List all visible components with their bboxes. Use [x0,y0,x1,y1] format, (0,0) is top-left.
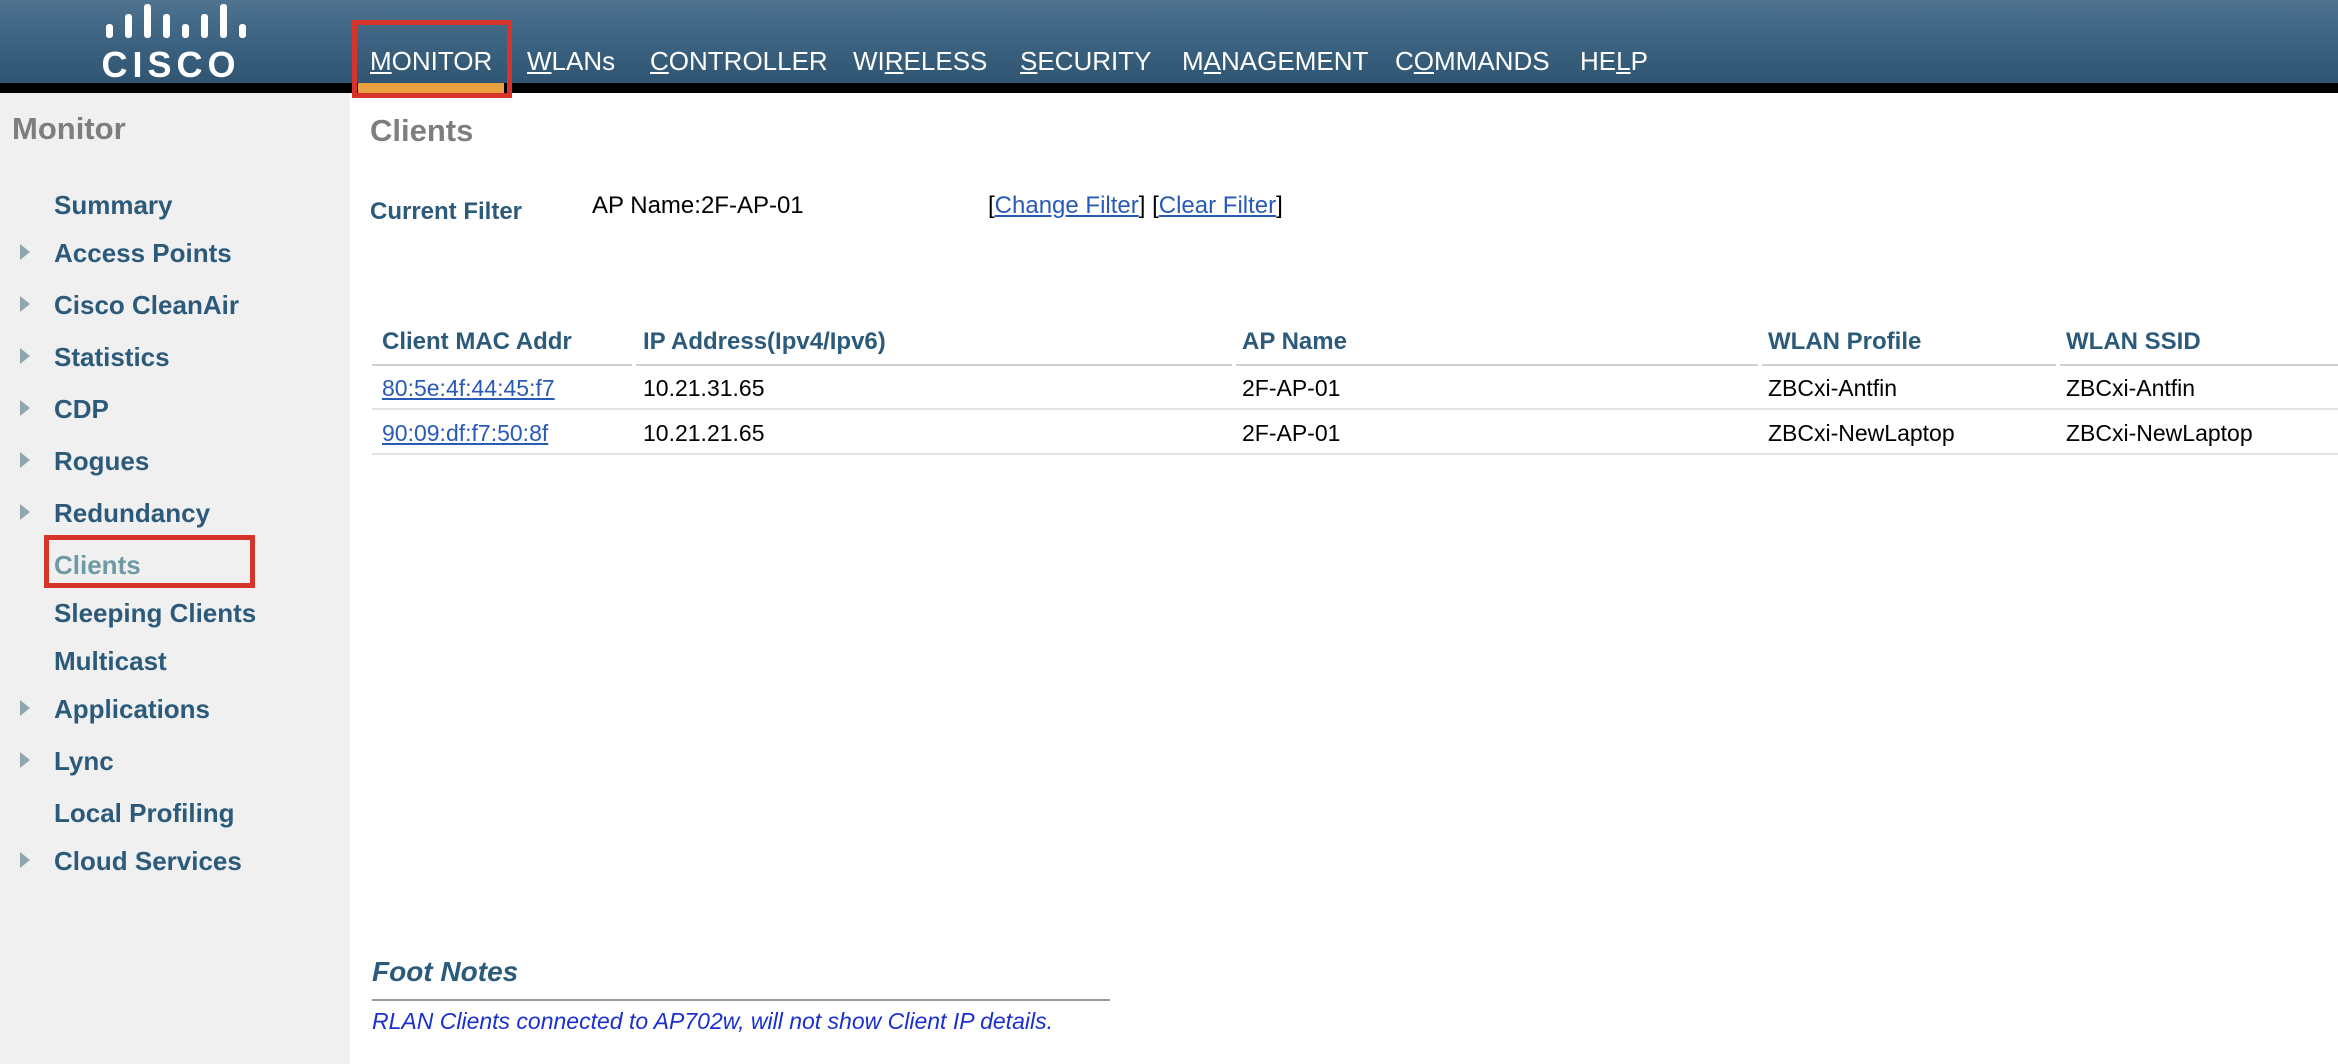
clear-filter-link[interactable]: Clear Filter [1159,192,1276,219]
row-divider [372,408,2338,410]
header-rule [2060,364,2338,366]
ip-cell: 10.21.31.65 [643,375,765,401]
highlight-box-clients [44,535,255,588]
client-mac-cell: 80:5e:4f:44:45:f7 [382,375,555,409]
expand-arrow-icon[interactable] [20,400,30,416]
ap-name-cell: 2F-AP-01 [1242,375,1341,401]
nav-help[interactable]: HELP [1580,44,1648,78]
expand-arrow-icon[interactable] [20,296,30,312]
sidebar-item-cisco-cleanair[interactable]: Cisco CleanAir [54,290,239,321]
expand-arrow-icon[interactable] [20,348,30,364]
cisco-logo-bars [102,2,246,38]
header-rule [372,364,632,366]
nav-controller[interactable]: CONTROLLER [650,44,828,78]
expand-arrow-icon[interactable] [20,700,30,716]
nav-commands[interactable]: COMMANDS [1395,44,1550,78]
expand-arrow-icon[interactable] [20,244,30,260]
highlight-box-monitor [352,20,512,98]
expand-arrow-icon[interactable] [20,452,30,468]
footnotes-divider [372,999,1110,1001]
nav-wlans[interactable]: WLANs [527,44,615,78]
cisco-logo-text: CISCO [101,44,241,85]
ap-name-cell: 2F-AP-01 [1242,420,1341,446]
header-rule [1236,364,1758,366]
sidebar-item-sleeping-clients[interactable]: Sleeping Clients [54,598,256,629]
current-filter-value: AP Name:2F-AP-01 [592,192,804,219]
sidebar-item-rogues[interactable]: Rogues [54,446,149,477]
sidebar-item-local-profiling[interactable]: Local Profiling [54,798,235,829]
row-divider [372,453,2338,455]
wlan-ssid-cell: ZBCxi-NewLaptop [2066,420,2253,446]
nav-management[interactable]: MANAGEMENT [1182,44,1368,78]
sidebar-item-lync[interactable]: Lync [54,746,114,777]
column-header-ap-name[interactable]: AP Name [1242,328,1347,362]
sidebar-item-access-points[interactable]: Access Points [54,238,232,269]
current-filter-label: Current Filter [370,198,523,225]
expand-arrow-icon[interactable] [20,504,30,520]
expand-arrow-icon[interactable] [20,752,30,768]
header-rule [1762,364,2056,366]
column-header-ip[interactable]: IP Address(Ipv4/Ipv6) [643,328,886,362]
nav-security[interactable]: SECURITY [1020,44,1151,78]
cisco-logo: CISCO [96,2,246,85]
sidebar-title: Monitor [12,111,126,146]
ip-cell: 10.21.21.65 [643,420,765,446]
header-rule [636,364,1232,366]
footnote-text: RLAN Clients connected to AP702w, will n… [372,1008,1053,1034]
wlan-profile-cell: ZBCxi-Antfin [1768,375,1898,401]
sidebar-item-statistics[interactable]: Statistics [54,342,170,373]
top-header: CISCO MONITOR WLANs CONTROLLER WIRELESS … [0,0,2338,85]
footnotes-title: Foot Notes [372,956,519,987]
change-filter-link[interactable]: Change Filter [995,192,1139,219]
sidebar-item-multicast[interactable]: Multicast [54,646,167,677]
expand-arrow-icon[interactable] [20,852,30,868]
column-header-wlan-profile[interactable]: WLAN Profile [1768,328,1921,362]
column-header-wlan-ssid[interactable]: WLAN SSID [2066,328,2201,362]
client-mac-link[interactable]: 80:5e:4f:44:45:f7 [382,375,555,401]
filter-actions: [Change Filter] [Clear Filter] [988,192,1283,219]
nav-wireless[interactable]: WIRELESS [853,44,987,78]
header-divider [0,83,2338,93]
sidebar-item-cdp[interactable]: CDP [54,394,109,425]
column-header-mac[interactable]: Client MAC Addr [382,328,572,362]
wlan-ssid-cell: ZBCxi-Antfin [2066,375,2196,401]
wlan-profile-cell: ZBCxi-NewLaptop [1768,420,1955,446]
sidebar-item-cloud-services[interactable]: Cloud Services [54,846,242,877]
page-title: Clients [370,113,474,148]
client-mac-cell: 90:09:df:f7:50:8f [382,420,548,454]
sidebar-item-applications[interactable]: Applications [54,694,210,725]
sidebar-item-redundancy[interactable]: Redundancy [54,498,210,529]
client-mac-link[interactable]: 90:09:df:f7:50:8f [382,420,548,446]
sidebar-item-summary[interactable]: Summary [54,190,173,221]
